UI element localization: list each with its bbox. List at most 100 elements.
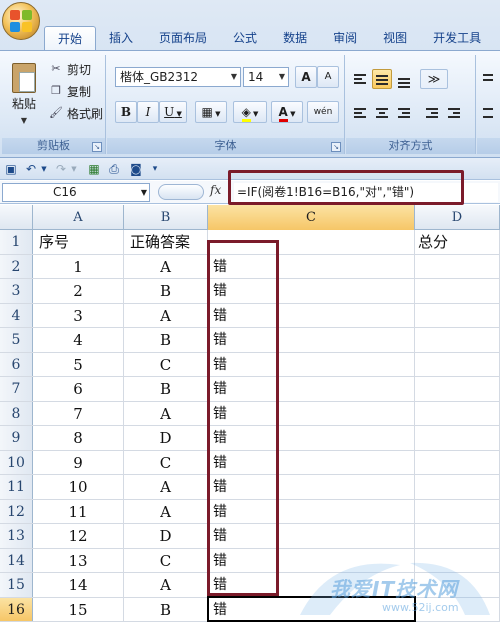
cell-a[interactable]: 6	[33, 377, 124, 401]
cell-a[interactable]: 序号	[33, 230, 124, 254]
cell-a[interactable]: 14	[33, 573, 124, 597]
cell-a[interactable]: 12	[33, 524, 124, 548]
shrink-font-button[interactable]: A	[317, 66, 339, 88]
name-box[interactable]: C16 ▼	[2, 183, 150, 202]
grow-font-button[interactable]: A	[295, 66, 317, 88]
row-header[interactable]: 5	[0, 328, 33, 352]
cell-a[interactable]: 11	[33, 499, 124, 523]
cell-b[interactable]: D	[124, 426, 208, 450]
cell-d[interactable]	[415, 499, 500, 523]
row-header[interactable]: 13	[0, 524, 33, 548]
increase-indent-button[interactable]	[444, 103, 464, 123]
row-header[interactable]: 1	[0, 230, 33, 254]
cell-b[interactable]: A	[124, 573, 208, 597]
format-painter-button[interactable]: 🖌 格式刷	[48, 103, 103, 123]
cell-b[interactable]: C	[124, 548, 208, 572]
cell-b[interactable]: 正确答案	[124, 230, 208, 254]
tab-developer[interactable]: 开发工具	[420, 26, 494, 50]
copy-button[interactable]: ❐ 复制	[48, 81, 91, 101]
column-header-c[interactable]: C	[208, 205, 415, 230]
italic-button[interactable]: I	[137, 101, 159, 123]
row-header[interactable]: 10	[0, 450, 33, 474]
cell-b[interactable]: C	[124, 352, 208, 376]
align-left-button[interactable]	[350, 103, 370, 123]
cell-b[interactable]: B	[124, 377, 208, 401]
tab-review[interactable]: 审阅	[320, 26, 370, 50]
cell-a[interactable]: 2	[33, 279, 124, 303]
row-header[interactable]: 8	[0, 401, 33, 425]
print-preview-icon[interactable]: ⎙	[106, 161, 122, 177]
cell-b[interactable]: B	[124, 279, 208, 303]
cell-b[interactable]: A	[124, 401, 208, 425]
align-center-button[interactable]	[372, 103, 392, 123]
tab-home[interactable]: 开始	[44, 26, 97, 50]
decrease-indent-button[interactable]	[422, 103, 442, 123]
cell-a[interactable]: 10	[33, 475, 124, 499]
cell-b[interactable]: D	[124, 524, 208, 548]
bold-button[interactable]: B	[115, 101, 137, 123]
cell-d[interactable]	[415, 548, 500, 572]
cell-d[interactable]	[415, 450, 500, 474]
align-bottom-button[interactable]	[394, 69, 414, 89]
redo-icon[interactable]: ↷	[54, 161, 68, 177]
underline-button[interactable]: U ▼	[159, 101, 187, 123]
cell-d[interactable]	[415, 377, 500, 401]
cell-b[interactable]: A	[124, 303, 208, 327]
merge-center-button[interactable]	[479, 103, 497, 123]
cut-button[interactable]: ✂ 剪切	[48, 59, 91, 79]
chevron-down-icon[interactable]: ▼	[40, 161, 48, 177]
paste-button[interactable]: 粘贴 ▼	[6, 59, 42, 133]
row-header[interactable]: 15	[0, 573, 33, 597]
cell-d[interactable]: 总分	[415, 230, 500, 254]
row-header[interactable]: 4	[0, 303, 33, 327]
column-header-a[interactable]: A	[33, 205, 124, 230]
tab-data[interactable]: 数据	[270, 26, 320, 50]
cell-a[interactable]: 1	[33, 254, 124, 278]
phonetic-guide-button[interactable]: wén	[307, 101, 339, 123]
row-header[interactable]: 16	[0, 597, 33, 621]
row-header[interactable]: 9	[0, 426, 33, 450]
font-launcher-icon[interactable]: ↘	[331, 142, 341, 152]
orientation-button[interactable]: ≫	[420, 69, 448, 89]
tab-insert[interactable]: 插入	[96, 26, 146, 50]
save-icon[interactable]: ▣	[4, 161, 18, 177]
font-color-button[interactable]: A ▼	[271, 101, 303, 123]
select-all-corner[interactable]	[0, 205, 33, 230]
clipboard-launcher-icon[interactable]: ↘	[92, 142, 102, 152]
active-cell-c16[interactable]	[207, 596, 416, 622]
cell-d[interactable]	[415, 303, 500, 327]
cell-d[interactable]	[415, 401, 500, 425]
cell-b[interactable]: B	[124, 597, 208, 621]
cell-d[interactable]	[415, 524, 500, 548]
insert-function-icon[interactable]: fx	[210, 183, 221, 197]
customize-qat-icon[interactable]: ▾	[150, 161, 160, 177]
camera-icon[interactable]: ◙	[128, 161, 144, 177]
chevron-down-icon[interactable]: ▼	[70, 161, 78, 177]
cell-d[interactable]	[415, 279, 500, 303]
align-middle-button[interactable]	[372, 69, 392, 89]
cell-b[interactable]: A	[124, 254, 208, 278]
cell-a[interactable]: 4	[33, 328, 124, 352]
tab-view[interactable]: 视图	[370, 26, 420, 50]
wrap-text-button[interactable]	[479, 69, 497, 89]
cell-b[interactable]: B	[124, 328, 208, 352]
office-button[interactable]	[2, 2, 40, 40]
cell-d[interactable]	[415, 573, 500, 597]
formula-splitter-handle[interactable]	[158, 184, 204, 200]
row-header[interactable]: 11	[0, 475, 33, 499]
font-size-combo[interactable]: 14 ▼	[243, 67, 289, 87]
cell-a[interactable]: 3	[33, 303, 124, 327]
font-name-combo[interactable]: 楷体_GB2312 ▼	[115, 67, 241, 87]
tab-page-layout[interactable]: 页面布局	[146, 26, 220, 50]
align-top-button[interactable]	[350, 69, 370, 89]
cell-d[interactable]	[415, 328, 500, 352]
undo-icon[interactable]: ↶	[24, 161, 38, 177]
cell-b[interactable]: A	[124, 499, 208, 523]
cell-a[interactable]: 7	[33, 401, 124, 425]
column-header-b[interactable]: B	[124, 205, 208, 230]
cell-d[interactable]	[415, 352, 500, 376]
row-header[interactable]: 2	[0, 254, 33, 278]
align-right-button[interactable]	[394, 103, 414, 123]
row-header[interactable]: 3	[0, 279, 33, 303]
cell-d[interactable]	[415, 426, 500, 450]
